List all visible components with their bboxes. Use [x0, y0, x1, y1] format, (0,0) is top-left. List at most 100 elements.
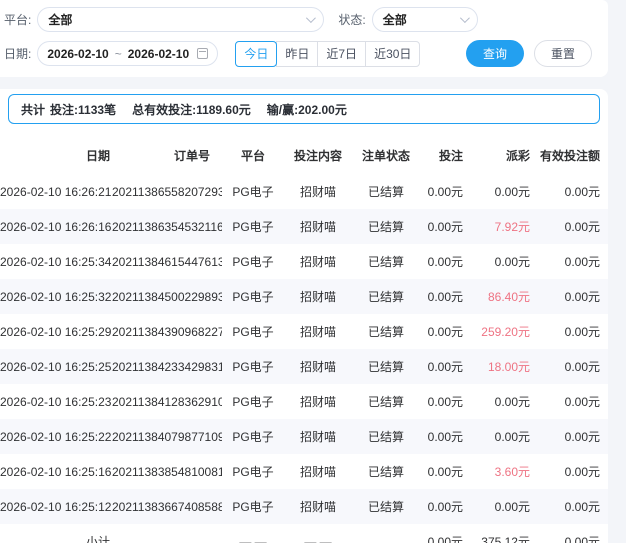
summary-win-loss-value: 202.00元 [298, 102, 347, 117]
cell-date: 2026-02-10 16:25:29 [0, 324, 112, 339]
footer-content-dash: — — [304, 534, 332, 543]
quick-button-last7days[interactable]: 近7日 [317, 40, 367, 67]
cell-bet-amount: 0.00元 [427, 290, 463, 304]
calendar-icon [197, 48, 209, 59]
cell-bet-content: 招财喵 [299, 430, 336, 444]
cell-bet-status: 已结算 [367, 395, 404, 409]
summary-total-bets-label: 投注: [50, 102, 79, 117]
cell-valid-bet-amount: 0.00元 [564, 465, 600, 479]
cell-valid-bet-amount: 0.00元 [564, 500, 600, 514]
cell-order-number: 2021138407987710976 [112, 429, 222, 444]
date-label: 日期: [4, 47, 32, 61]
cell-platform: PG电子 [232, 220, 274, 234]
table-row: 2026-02-10 16:25:22 2021138407987710976 … [0, 419, 608, 454]
cell-bet-content: 招财喵 [299, 255, 336, 269]
platform-label: 平台: [4, 13, 32, 27]
table-row: 2026-02-10 16:25:34 2021138461544761345 … [0, 244, 608, 279]
date-range-picker[interactable]: 2026-02-10 ~ 2026-02-10 [37, 41, 219, 66]
cell-platform: PG电子 [232, 185, 274, 199]
chevron-down-icon [306, 13, 317, 24]
cell-bet-amount: 0.00元 [427, 255, 463, 269]
quick-date-buttons: 今日 昨日 近7日 近30日 [235, 40, 421, 67]
cell-bet-amount: 0.00元 [427, 430, 463, 444]
cell-valid-bet-amount: 0.00元 [564, 255, 600, 269]
cell-date: 2026-02-10 16:26:21 [0, 184, 112, 199]
filter-panel: 平台: 全部 状态: 全部 日期: 2026-02-10 ~ 2026-02-1… [0, 0, 608, 77]
cell-payout: 7.92元 [494, 220, 530, 234]
summary-bar: 共计 投注:1133笔 总有效投注:1189.60元 输/赢:202.00元 [8, 94, 600, 124]
cell-date: 2026-02-10 16:26:16 [0, 219, 112, 234]
footer-platform-dash: — — [239, 534, 267, 543]
cell-bet-status: 已结算 [367, 255, 404, 269]
cell-payout: 0.00元 [494, 500, 530, 514]
cell-bet-amount: 0.00元 [427, 325, 463, 339]
reset-button[interactable]: 重置 [534, 40, 592, 67]
cell-valid-bet-amount: 0.00元 [564, 290, 600, 304]
status-select-value: 全部 [382, 13, 407, 27]
table-row: 2026-02-10 16:25:23 2021138412836291072 … [0, 384, 608, 419]
status-select[interactable]: 全部 [371, 7, 478, 32]
header-order-number: 订单号 [173, 148, 210, 163]
cell-order-number: 2021138423342983168 [112, 359, 222, 374]
cell-bet-status: 已结算 [367, 360, 404, 374]
cell-bet-amount: 0.00元 [427, 500, 463, 514]
quick-button-today[interactable]: 今日 [235, 40, 278, 67]
cell-valid-bet-amount: 0.00元 [564, 325, 600, 339]
cell-date: 2026-02-10 16:25:34 [0, 254, 112, 269]
search-button[interactable]: 查询 [466, 40, 524, 67]
cell-order-number: 2021138439096822784 [112, 324, 222, 339]
cell-bet-status: 已结算 [367, 290, 404, 304]
cell-payout: 18.00元 [487, 360, 530, 374]
header-platform: 平台 [240, 148, 265, 163]
cell-platform: PG电子 [232, 395, 274, 409]
bet-records-table: 日期 订单号 平台 投注内容 注单状态 投注 派彩 有效投注额 2026-02-… [0, 136, 608, 543]
quick-button-yesterday[interactable]: 昨日 [276, 40, 319, 67]
summary-valid-bets-label: 总有效投注: [132, 102, 197, 117]
cell-bet-content: 招财喵 [299, 185, 336, 199]
cell-bet-content: 招财喵 [299, 290, 336, 304]
summary-total-bets: 投注:1133笔 [50, 101, 116, 118]
status-label: 状态: [338, 13, 366, 27]
cell-valid-bet-amount: 0.00元 [564, 430, 600, 444]
card-gap [0, 77, 626, 89]
header-payout: 派彩 [505, 148, 530, 163]
header-bet-amount: 投注 [438, 148, 463, 163]
summary-total-bets-value: 1133笔 [78, 102, 117, 117]
action-buttons: 查询 重置 [466, 40, 600, 67]
summary-prefix: 共计 [21, 102, 46, 117]
platform-select[interactable]: 全部 [37, 7, 325, 32]
cell-order-number: 2021138461544761345 [112, 254, 222, 269]
cell-payout: 0.00元 [494, 185, 530, 199]
cell-payout: 259.20元 [481, 325, 530, 339]
cell-bet-amount: 0.00元 [427, 395, 463, 409]
platform-select-value: 全部 [48, 13, 73, 27]
cell-date: 2026-02-10 16:25:32 [0, 289, 112, 304]
summary-win-loss-label: 输/赢: [266, 102, 299, 117]
cell-payout: 0.00元 [494, 395, 530, 409]
table-row: 2026-02-10 16:25:32 2021138450022989315 … [0, 279, 608, 314]
summary-win-loss: 输/赢:202.00元 [267, 101, 347, 118]
cell-bet-status: 已结算 [367, 325, 404, 339]
cell-bet-content: 招财喵 [299, 220, 336, 234]
cell-platform: PG电子 [232, 500, 274, 514]
cell-order-number: 2021138385481008128 [112, 464, 222, 479]
cell-bet-content: 招财喵 [299, 325, 336, 339]
cell-bet-status: 已结算 [367, 465, 404, 479]
cell-bet-amount: 0.00元 [427, 465, 463, 479]
footer-valid-total: 0.00元 [564, 535, 600, 543]
table-row: 2026-02-10 16:26:16 2021138635453211648 … [0, 209, 608, 244]
cell-valid-bet-amount: 0.00元 [564, 220, 600, 234]
cell-platform: PG电子 [232, 325, 274, 339]
filter-row-2: 日期: 2026-02-10 ~ 2026-02-10 今日 昨日 近7日 近3… [4, 40, 600, 67]
cell-payout: 0.00元 [494, 430, 530, 444]
table-footer-row: 小计 — — — — 0.00元 375.12元 0.00元 [0, 524, 608, 543]
cell-order-number: 2021138635453211648 [112, 219, 222, 234]
quick-button-last30days[interactable]: 近30日 [365, 40, 421, 67]
cell-bet-status: 已结算 [367, 220, 404, 234]
cell-bet-content: 招财喵 [299, 360, 336, 374]
cell-bet-content: 招财喵 [299, 500, 336, 514]
header-bet-status: 注单状态 [361, 148, 410, 163]
cell-bet-amount: 0.00元 [427, 220, 463, 234]
cell-valid-bet-amount: 0.00元 [564, 360, 600, 374]
cell-payout: 0.00元 [494, 255, 530, 269]
